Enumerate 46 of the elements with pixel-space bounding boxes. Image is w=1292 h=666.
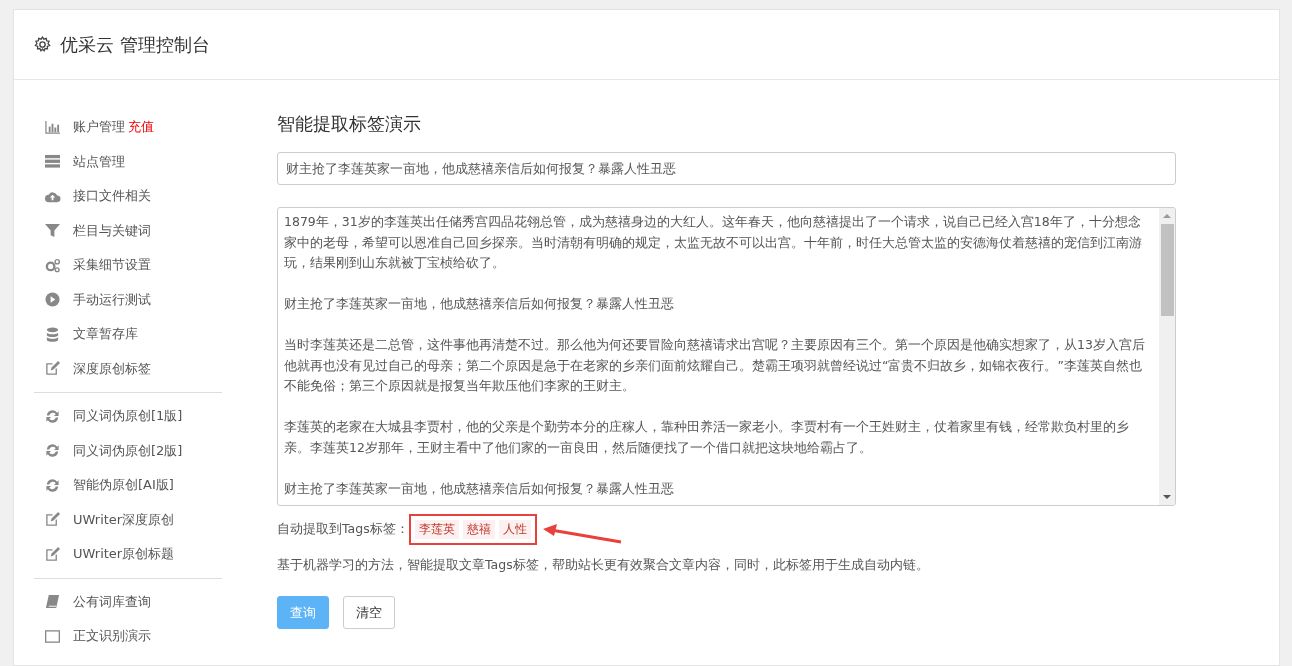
tag: 李莲英 [414, 520, 459, 539]
sidebar-item[interactable]: 账户管理 [73, 118, 125, 137]
tag: 慈禧 [462, 520, 495, 539]
sidebar-item[interactable]: 深度原创标签 [73, 359, 151, 378]
tag: 人性 [498, 520, 531, 539]
play-icon [44, 292, 61, 308]
bar-chart-icon [44, 119, 61, 135]
window-icon [44, 628, 61, 644]
sidebar-item[interactable]: 正文识别演示 [73, 627, 151, 646]
database-icon [44, 326, 61, 342]
sidebar-item[interactable]: 站点管理 [73, 152, 125, 171]
sidebar-item[interactable]: 文章暂存库 [73, 325, 138, 344]
settings-icon [34, 36, 51, 53]
sidebar-item[interactable]: 同义词伪原创[1版] [73, 407, 183, 426]
sidebar-item[interactable]: 智能伪原创[AI版] [73, 476, 174, 495]
sidebar-item[interactable]: UWriter原创标题 [73, 545, 175, 564]
sidebar-item[interactable]: 采集细节设置 [73, 256, 151, 275]
sidebar-item[interactable]: 公有词库查询 [73, 592, 151, 611]
edit-icon [44, 512, 61, 528]
server-icon [44, 154, 61, 170]
gears-icon [44, 257, 61, 273]
description: 基于机器学习的方法，智能提取文章Tags标签，帮助站长更有效聚合文章内容，同时，此标签用于生成自动内链。 [277, 557, 930, 574]
clear-button[interactable]: 清空 [343, 596, 395, 629]
refresh-icon [44, 477, 61, 493]
edit-icon [44, 361, 61, 377]
filter-icon [44, 223, 61, 239]
paragraph: 当时李莲英还是二总管，这件事他再清楚不过。那么他为何还要冒险向慈禧请求出宫呢？主要原因有三个。第一个原因是他确实想家了，从13岁入宫后他就再也没有见过自己的母亲；第二个原因是急于在老家的乡亲们面前炫耀自己。楚霸王项羽就曾经说过“富贵不归故乡，如锦衣夜行。”李莲英自然也不能免俗；第三个原因就是报复当年欺压他们李家的王财主。 [284, 336, 1146, 395]
content-field[interactable] [277, 207, 1176, 506]
sidebar-item[interactable]: 栏目与关键词 [73, 221, 151, 240]
sidebar-item[interactable]: 接口文件相关 [73, 187, 151, 206]
console-title: 优采云 管理控制台 [60, 32, 210, 57]
paragraph: 财主抢了李莲英家一亩地，他成慈禧亲信后如何报复？暴露人性丑恶 [284, 479, 675, 498]
title-field[interactable]: 财主抢了李莲英家一亩地，他成慈禧亲信后如何报复？暴露人性丑恶 [277, 152, 1176, 185]
refresh-icon [44, 408, 61, 424]
tags-label: 自动提取到Tags标签： [277, 521, 409, 538]
paragraph: 财主抢了李莲英家一亩地，他成慈禧亲信后如何报复？暴露人性丑恶 [284, 295, 675, 313]
refresh-icon [44, 443, 61, 459]
recharge-link[interactable]: 充值 [128, 118, 154, 137]
book-icon [44, 594, 61, 610]
sidebar-item[interactable]: 同义词伪原创[2版] [73, 441, 183, 460]
sidebar-item[interactable]: UWriter深度原创 [73, 510, 175, 529]
sidebar-item[interactable]: 手动运行测试 [73, 290, 151, 309]
paragraph: 李莲英的老家在大城县李贾村，他的父亲是个勤劳本分的庄稼人，靠种田养活一家老小。李贾村有一个王姓财主，仗着家里有钱，经常欺负村里的乡亲。李莲英12岁那年，王财主看中了他们家的一亩良田，然后随便找了一个借口就把这块地给霸占了。 [284, 418, 1130, 457]
edit-icon [44, 546, 61, 562]
paragraph: 1879年，31岁的李莲英出任储秀宫四品花翎总管，成为慈禧身边的大红人。这年春天，他向慈禧提出了一个请求，说自己已经入宫18年了，十分想念家中的老母，希望可以恩准自己回乡探亲。当时清朝有明确的规定，太监无故不可以出宫。十年前，时任大总管太监的安德海仗着慈禧的宠信到江南游玩，结果刚到山东就被丁宝桢给砍了。 [284, 213, 1143, 272]
page-heading: 智能提取标签演示 [277, 112, 422, 136]
